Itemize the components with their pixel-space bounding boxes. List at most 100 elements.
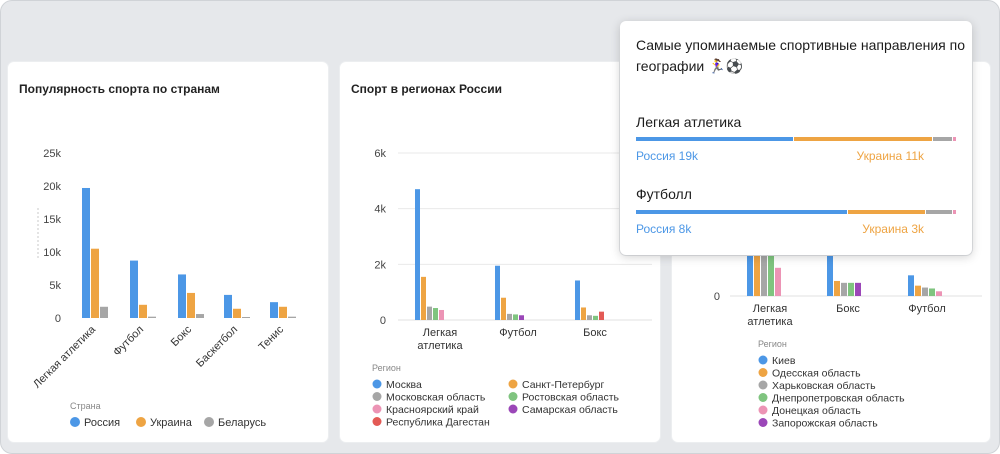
tooltip-share-segment — [952, 210, 956, 214]
tooltip-share-bar — [636, 210, 956, 214]
bar — [187, 292, 195, 318]
bar — [587, 315, 592, 320]
x-tick-label: атлетика — [417, 340, 463, 352]
legend-label: Республика Дагестан — [386, 417, 490, 429]
bar — [82, 187, 90, 318]
bar — [196, 314, 204, 318]
tooltip-sport-name: Футболл — [636, 186, 692, 202]
bar — [848, 282, 854, 296]
x-tick-label: Легкая — [423, 327, 458, 339]
chart-title: Популярность спорта по странам — [19, 82, 220, 96]
bar — [908, 275, 914, 296]
y-tick-label: 0 — [55, 313, 61, 325]
bar — [224, 294, 232, 318]
tooltip-share-bar — [636, 137, 956, 141]
tooltip-share-segment — [932, 137, 953, 141]
bar — [100, 306, 108, 318]
bar — [775, 267, 781, 296]
legend-label: Ростовская область — [522, 392, 620, 404]
bar — [421, 276, 426, 320]
x-tick-label: Футбол — [499, 327, 537, 339]
x-tick-label: Бокс — [836, 303, 860, 315]
bar — [501, 297, 506, 320]
bar — [922, 287, 928, 296]
legend-swatch — [372, 379, 382, 389]
legend-swatch — [758, 418, 768, 427]
bar — [139, 304, 147, 318]
legend-label: Харьковская область — [772, 380, 876, 392]
x-tick-label: Бокс — [583, 327, 607, 339]
tooltip-share-segment — [953, 137, 956, 141]
legend-title: Регион — [758, 339, 787, 349]
tooltip-share-segment — [636, 210, 847, 214]
bar — [929, 288, 935, 296]
tooltip-left-label: Россия 19k — [636, 149, 699, 163]
legend-label: Санкт-Петербург — [522, 379, 605, 391]
legend-swatch — [508, 392, 518, 401]
y-tick-label: 10k — [43, 247, 61, 259]
bar — [495, 265, 500, 320]
legend-swatch — [758, 355, 768, 365]
legend-swatch — [372, 417, 382, 426]
legend-swatch — [136, 417, 146, 427]
bar — [855, 282, 861, 296]
legend-title: Страна — [70, 401, 101, 411]
legend-label: Донецкая область — [772, 405, 861, 417]
tooltip-right-label: Украина 3k — [862, 222, 924, 236]
tooltip-share-segment — [636, 137, 794, 141]
bar — [130, 260, 138, 318]
bar — [936, 291, 942, 296]
bar — [415, 189, 420, 320]
legend-label: Днепропетровская область — [772, 393, 905, 405]
bar-chart-countries: 0 5k 10k 15k 20k 25k Легкая атлетика Футбол Бокс… — [31, 148, 296, 429]
tooltip-left-label: Россия 8k — [636, 222, 692, 236]
bar — [761, 249, 767, 296]
legend-swatch — [372, 404, 382, 414]
x-tick-label: Тенис — [256, 323, 286, 353]
bar — [270, 302, 278, 318]
bar — [754, 249, 760, 296]
y-tick-label: 0 — [714, 291, 720, 303]
bar — [288, 316, 296, 318]
legend-swatch — [204, 417, 214, 427]
chart-card-countries: Популярность спорта по странам 0 5k 10k 15k… — [8, 62, 328, 442]
legend-label: Россия — [84, 417, 120, 429]
tooltip-share-segment — [847, 210, 926, 214]
legend-swatch — [758, 368, 768, 377]
y-tick-label: 2k — [374, 259, 386, 271]
y-tick-label: 6k — [374, 148, 386, 160]
chart-card-russia-regions: Спорт в регионах России 0 2k 4k 6k Легкая атл… — [340, 62, 660, 442]
bar — [599, 311, 604, 320]
bar — [148, 316, 156, 318]
x-tick-label: Футбол — [908, 303, 946, 315]
tooltip-right-label: Украина 11k — [856, 149, 924, 163]
tooltip-share-segment — [794, 137, 932, 141]
y-tick-label: 15k — [43, 214, 61, 226]
x-tick-label: атлетика — [747, 316, 793, 328]
legend-label: Московская область — [386, 392, 486, 404]
legend-swatch — [758, 393, 768, 402]
bar — [242, 317, 250, 318]
legend-label: Москва — [386, 379, 422, 391]
bar — [581, 307, 586, 320]
legend-label: Запорожская область — [772, 418, 878, 430]
x-tick-label: Легкая атлетика — [31, 323, 99, 391]
bar-chart-russia-regions: 0 2k 4k 6k Легкаяатлетика Футбол Бокс Регион Мос… — [372, 148, 652, 429]
bar — [747, 249, 753, 296]
x-tick-label: Легкая — [753, 303, 788, 315]
legend-title: Регион — [372, 363, 401, 373]
legend-swatch — [70, 417, 80, 427]
bar — [513, 314, 518, 320]
bar — [507, 313, 512, 320]
bar — [827, 254, 833, 296]
x-tick-label: Футбол — [111, 324, 146, 359]
bar — [841, 282, 847, 296]
bar — [834, 280, 840, 296]
legend-swatch — [758, 380, 768, 390]
bar — [279, 306, 287, 318]
legend-label: Киев — [772, 355, 796, 367]
x-tick-label: Баскетбол — [194, 324, 240, 370]
legend-label: Одесская область — [772, 368, 861, 380]
legend-label: Украина — [150, 417, 193, 429]
legend-swatch — [508, 379, 518, 389]
